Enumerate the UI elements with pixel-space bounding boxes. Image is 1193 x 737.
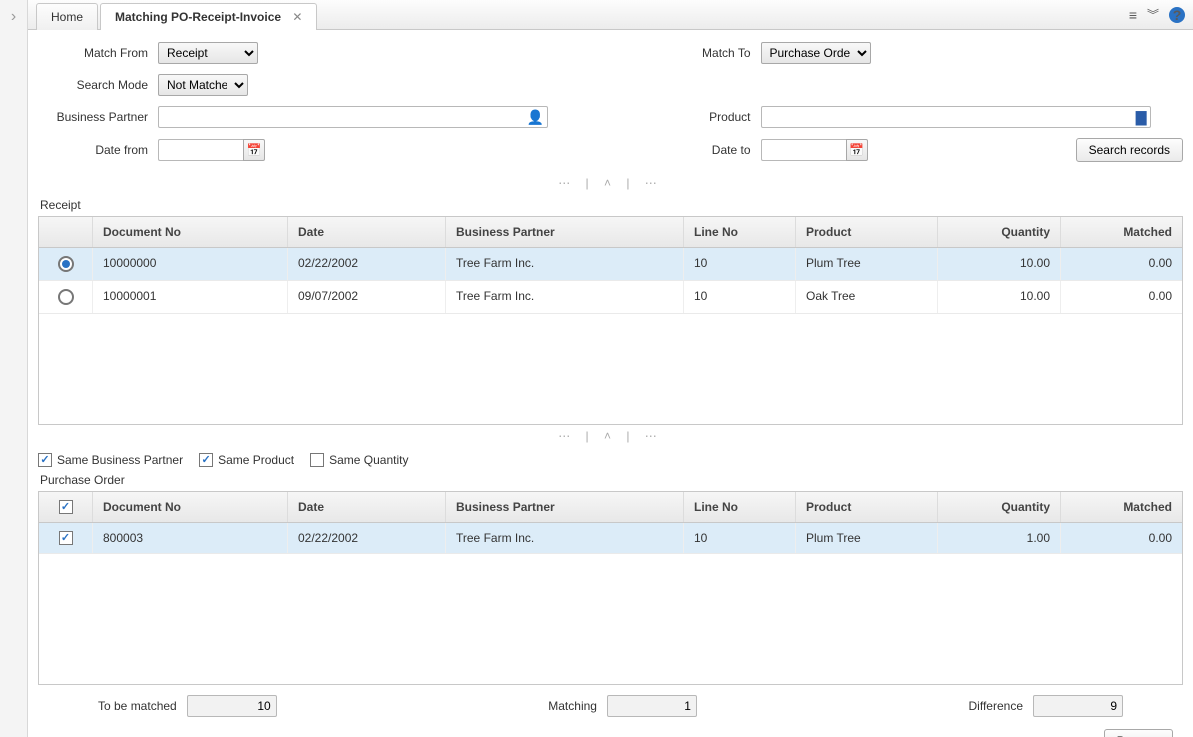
tab-home[interactable]: Home <box>36 3 98 30</box>
same-bp-check[interactable]: Same Business Partner <box>38 453 183 467</box>
tab-home-label: Home <box>51 10 83 24</box>
receipt-col-qty[interactable]: Quantity <box>938 217 1061 247</box>
po-row[interactable]: 80000302/22/2002Tree Farm Inc.10Plum Tre… <box>39 523 1182 554</box>
receipt-col-date[interactable]: Date <box>288 217 446 247</box>
receipt-cell-product: Plum Tree <box>796 248 938 280</box>
product-label: Product <box>611 110 761 124</box>
receipt-section-label: Receipt <box>40 198 1183 212</box>
receipt-cell-qty: 10.00 <box>938 281 1061 313</box>
receipt-row-radio[interactable] <box>58 256 74 272</box>
po-col-product[interactable]: Product <box>796 492 938 522</box>
product-input[interactable] <box>761 106 1151 128</box>
receipt-cell-bp: Tree Farm Inc. <box>446 248 684 280</box>
date-to-label: Date to <box>611 143 761 157</box>
po-col-bp[interactable]: Business Partner <box>446 492 684 522</box>
date-from-input[interactable] <box>158 139 243 161</box>
same-product-check[interactable]: Same Product <box>199 453 294 467</box>
splitter-mid[interactable]: ⋯ | ˄ | ⋯ <box>38 425 1183 447</box>
receipt-grid: Document No Date Business Partner Line N… <box>38 216 1183 425</box>
tab-matching-label: Matching PO-Receipt-Invoice <box>115 10 281 24</box>
match-from-select[interactable]: Receipt <box>158 42 258 64</box>
receipt-cell-product: Oak Tree <box>796 281 938 313</box>
date-from-calendar-icon[interactable]: 📅 <box>243 139 265 161</box>
po-col-qty[interactable]: Quantity <box>938 492 1061 522</box>
po-cell-date: 02/22/2002 <box>288 523 446 553</box>
po-col-select[interactable] <box>39 492 93 522</box>
date-to-calendar-icon[interactable]: 📅 <box>846 139 868 161</box>
same-product-label: Same Product <box>218 453 294 467</box>
difference-label: Difference <box>969 699 1023 713</box>
po-col-matched[interactable]: Matched <box>1061 492 1182 522</box>
receipt-cell-line: 10 <box>684 281 796 313</box>
po-cell-line: 10 <box>684 523 796 553</box>
po-cell-docno: 800003 <box>93 523 288 553</box>
receipt-cell-docno: 10000000 <box>93 248 288 280</box>
date-to-input[interactable] <box>761 139 846 161</box>
match-from-label: Match From <box>38 46 158 60</box>
left-rail: › <box>0 0 28 737</box>
same-qty-checkbox[interactable] <box>310 453 324 467</box>
splitter-top[interactable]: ⋯ | ˄ | ⋯ <box>38 172 1183 194</box>
receipt-cell-line: 10 <box>684 248 796 280</box>
receipt-cell-date: 09/07/2002 <box>288 281 446 313</box>
tab-bar: Home Matching PO-Receipt-Invoice ✕ ≡ ︾ ? <box>28 0 1193 30</box>
po-col-date[interactable]: Date <box>288 492 446 522</box>
receipt-cell-matched: 0.00 <box>1061 248 1182 280</box>
receipt-row[interactable]: 1000000002/22/2002Tree Farm Inc.10Plum T… <box>39 248 1182 281</box>
match-to-label: Match To <box>611 46 761 60</box>
search-mode-select[interactable]: Not Matched <box>158 74 248 96</box>
same-bp-checkbox[interactable] <box>38 453 52 467</box>
search-records-button[interactable]: Search records <box>1076 138 1183 162</box>
receipt-col-docno[interactable]: Document No <box>93 217 288 247</box>
receipt-cell-qty: 10.00 <box>938 248 1061 280</box>
difference-value <box>1033 695 1123 717</box>
menu-icon[interactable]: ≡ <box>1129 7 1137 23</box>
receipt-col-bp[interactable]: Business Partner <box>446 217 684 247</box>
expand-rail-icon[interactable]: › <box>11 8 16 26</box>
receipt-cell-docno: 10000001 <box>93 281 288 313</box>
business-partner-picker-icon[interactable]: 👤 <box>527 109 544 126</box>
receipt-cell-date: 02/22/2002 <box>288 248 446 280</box>
receipt-col-line[interactable]: Line No <box>684 217 796 247</box>
business-partner-input[interactable] <box>158 106 548 128</box>
tab-matching[interactable]: Matching PO-Receipt-Invoice ✕ <box>100 3 317 30</box>
match-to-select[interactable]: Purchase Order <box>761 42 871 64</box>
close-tab-icon[interactable]: ✕ <box>292 10 302 24</box>
receipt-row[interactable]: 1000000109/07/2002Tree Farm Inc.10Oak Tr… <box>39 281 1182 314</box>
receipt-col-select <box>39 217 93 247</box>
help-icon[interactable]: ? <box>1169 7 1185 23</box>
same-product-checkbox[interactable] <box>199 453 213 467</box>
po-row-checkbox[interactable] <box>59 531 73 545</box>
po-section-label: Purchase Order <box>40 473 1183 487</box>
po-grid: Document No Date Business Partner Line N… <box>38 491 1183 685</box>
to-be-matched-label: To be matched <box>98 699 177 713</box>
po-cell-matched: 0.00 <box>1061 523 1182 553</box>
process-button[interactable]: Process <box>1104 729 1173 737</box>
receipt-cell-matched: 0.00 <box>1061 281 1182 313</box>
po-cell-product: Plum Tree <box>796 523 938 553</box>
po-cell-qty: 1.00 <box>938 523 1061 553</box>
to-be-matched-value <box>187 695 277 717</box>
search-mode-label: Search Mode <box>38 78 158 92</box>
po-col-docno[interactable]: Document No <box>93 492 288 522</box>
receipt-cell-bp: Tree Farm Inc. <box>446 281 684 313</box>
receipt-row-radio[interactable] <box>58 289 74 305</box>
matching-label: Matching <box>548 699 597 713</box>
po-col-line[interactable]: Line No <box>684 492 796 522</box>
business-partner-label: Business Partner <box>38 110 158 124</box>
same-qty-check[interactable]: Same Quantity <box>310 453 408 467</box>
receipt-col-matched[interactable]: Matched <box>1061 217 1182 247</box>
matching-value <box>607 695 697 717</box>
date-from-label: Date from <box>38 143 158 157</box>
product-picker-icon[interactable]: ▇ <box>1136 109 1147 126</box>
po-cell-bp: Tree Farm Inc. <box>446 523 684 553</box>
collapse-icon[interactable]: ︾ <box>1147 6 1159 23</box>
same-qty-label: Same Quantity <box>329 453 408 467</box>
same-bp-label: Same Business Partner <box>57 453 183 467</box>
po-header-checkbox[interactable] <box>59 500 73 514</box>
receipt-col-product[interactable]: Product <box>796 217 938 247</box>
